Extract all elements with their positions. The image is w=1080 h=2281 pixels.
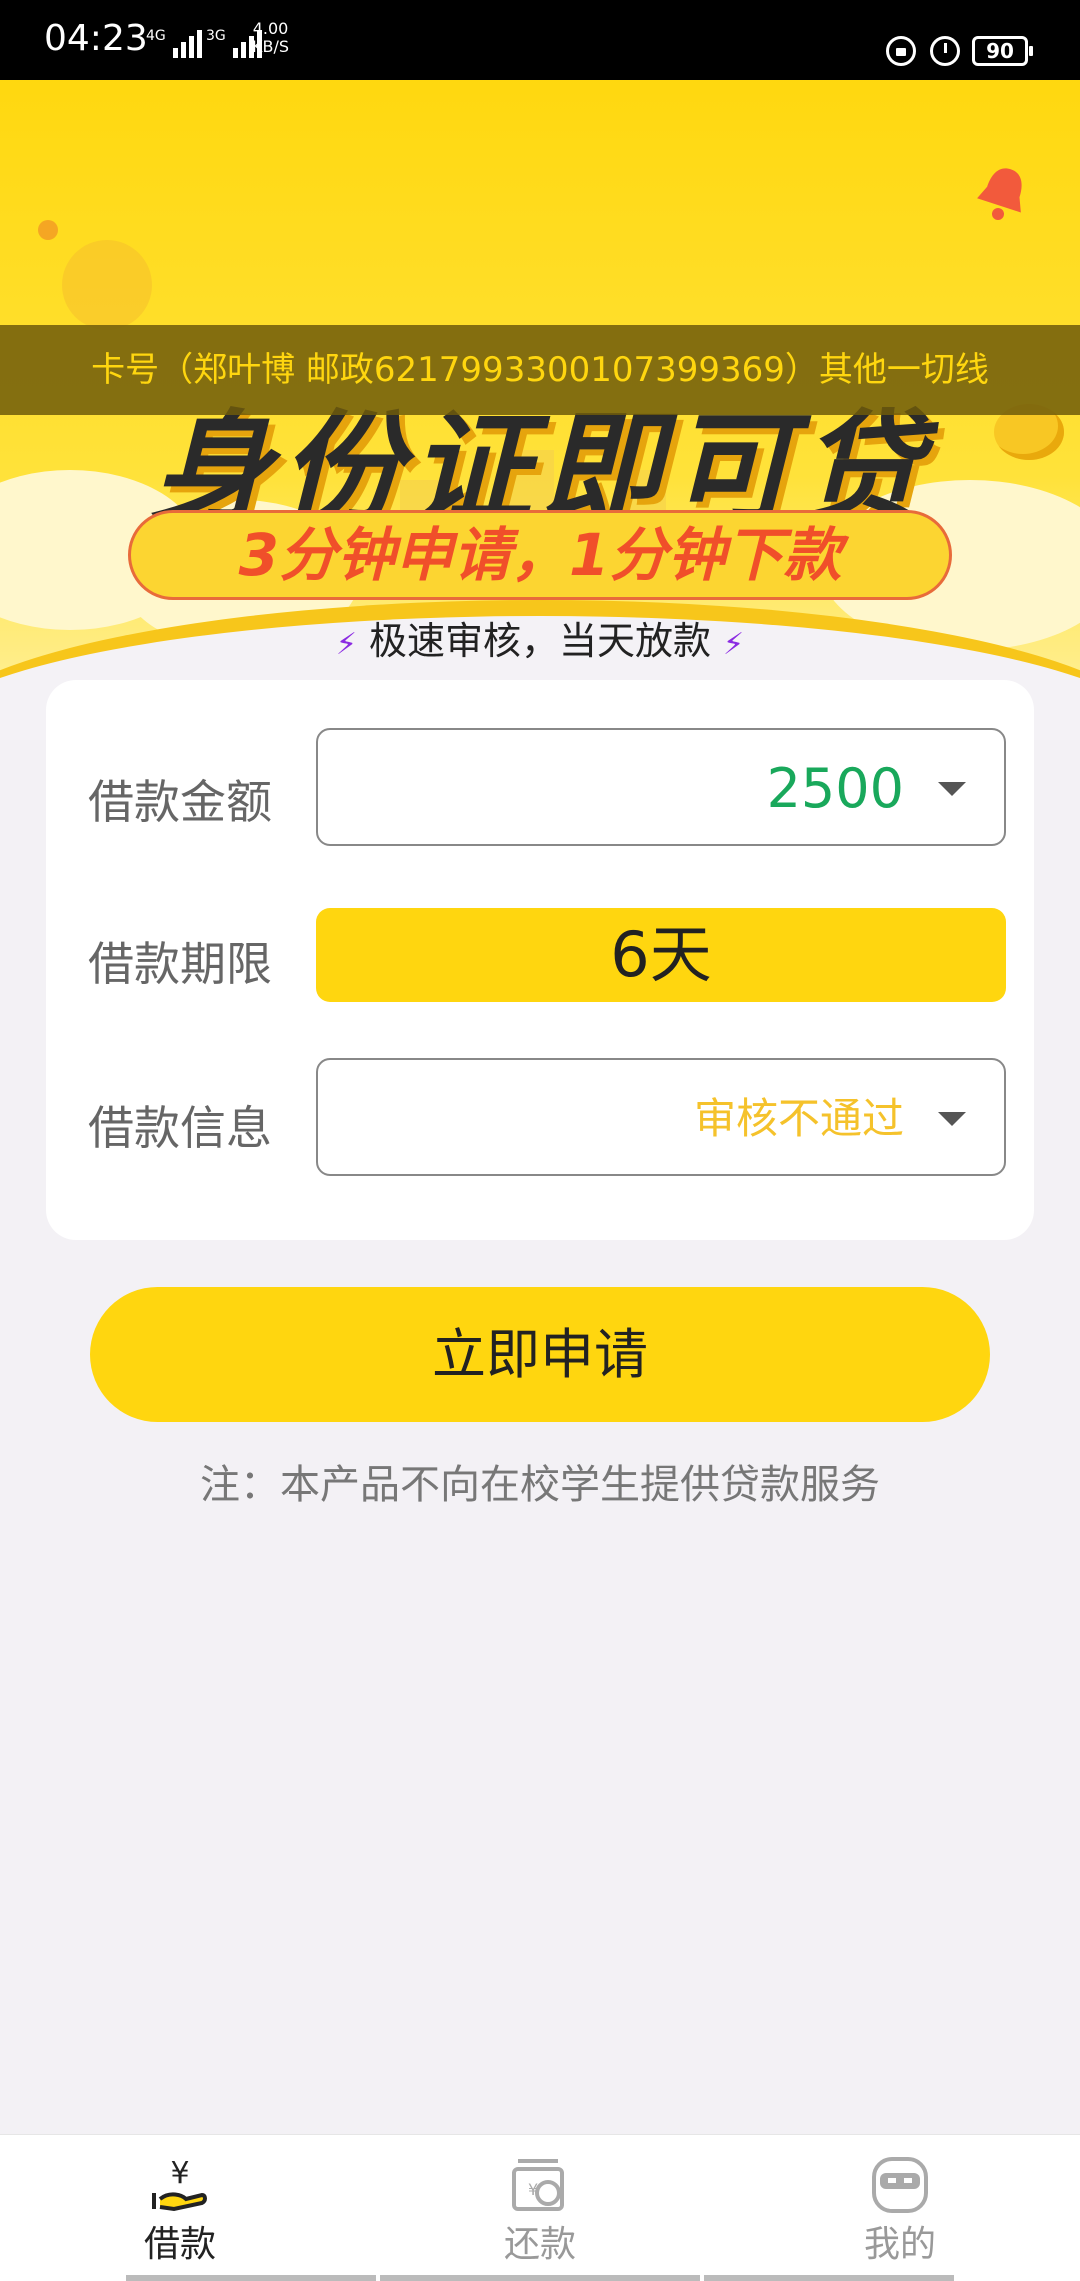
network-type-2: 3G [206, 28, 226, 44]
loan-hand-yen-icon: ¥ [152, 2156, 207, 2212]
nav-item-repay[interactable]: ¥ 还款 [360, 2135, 720, 2281]
bell-icon [977, 168, 1022, 220]
info-value: 审核不通过 [693, 1094, 904, 1143]
svg-text:¥: ¥ [170, 2156, 189, 2191]
amount-label: 借款金额 [88, 775, 272, 829]
banner-subline: ⚡ 极速审核，当天放款 ⚡ [335, 619, 745, 663]
term-value-button[interactable]: 6天 [316, 908, 1006, 1002]
loan-form-card: 借款金额 2500 借款期限 6天 借款信息 审核不通过 [46, 680, 1034, 1240]
battery-icon: 90 [972, 36, 1033, 66]
chevron-down-icon [938, 1112, 966, 1126]
rotation-lock-icon [886, 36, 916, 66]
amount-select[interactable]: 2500 [316, 728, 1006, 846]
status-bar: 04:23 4G 3G 4.00 KB/S 90 [0, 0, 1080, 80]
nav-indicator [704, 2275, 954, 2281]
nav-label-profile: 我的 [863, 2224, 936, 2265]
network-speed: 4.00 KB/S [252, 19, 290, 56]
nav-label-repay: 还款 [503, 2224, 576, 2265]
promo-banner: 身份证即可贷 卡号（郑叶博 邮政6217993300107399369）其他一切… [0, 80, 1080, 740]
chevron-down-icon [938, 782, 966, 796]
signal-1-icon: 4G [146, 28, 202, 58]
banner-slogan: 3分钟申请，1分钟下款 [128, 510, 952, 600]
marquee-ticker: 卡号（郑叶博 邮政6217993300107399369）其他一切线 [0, 325, 1080, 415]
bottom-navigation: ¥ 借款 ¥ 还款 我的 [0, 2134, 1080, 2281]
repay-wallet-icon: ¥ [512, 2159, 564, 2211]
nav-item-loan[interactable]: ¥ 借款 [0, 2135, 360, 2281]
status-time: 04:23 [44, 18, 148, 59]
svg-text:¥: ¥ [528, 2180, 538, 2199]
apply-now-button[interactable]: 立即申请 [90, 1287, 990, 1422]
nav-indicator [380, 2275, 700, 2281]
profile-face-icon [872, 2157, 928, 2213]
lightning-icon: ⚡ [335, 627, 357, 662]
info-select[interactable]: 审核不通过 [316, 1058, 1006, 1176]
nav-label-loan: 借款 [143, 2224, 216, 2265]
lightning-icon: ⚡ [723, 627, 745, 662]
term-label: 借款期限 [88, 937, 272, 991]
alarm-icon [930, 36, 960, 66]
amount-value: 2500 [766, 757, 904, 820]
info-label: 借款信息 [88, 1101, 272, 1155]
network-type-1: 4G [146, 28, 166, 44]
disclaimer-note: 注：本产品不向在校学生提供贷款服务 [200, 1462, 880, 1508]
nav-indicator [126, 2275, 376, 2281]
nav-item-profile[interactable]: 我的 [720, 2135, 1080, 2281]
